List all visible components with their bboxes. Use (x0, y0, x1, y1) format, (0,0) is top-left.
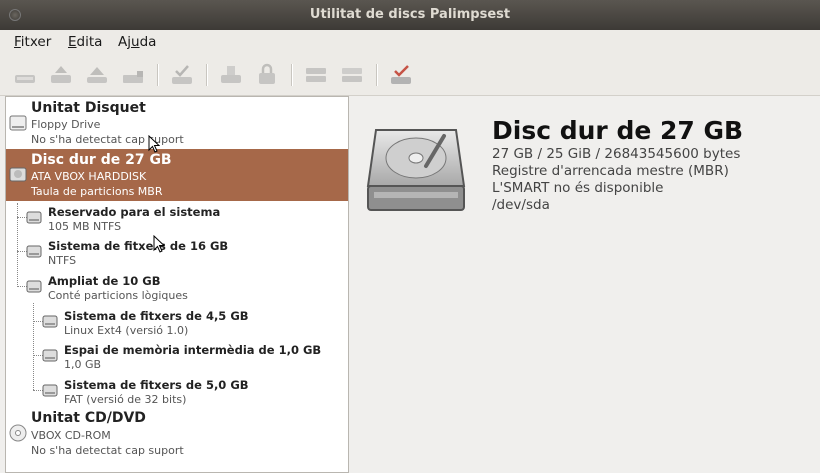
partition-detail: Linux Ext4 (versió 1.0) (64, 324, 189, 337)
menu-fitxer-label: itxer (20, 34, 52, 50)
toolbar-separator (206, 64, 208, 86)
device-model: Floppy Drive (31, 118, 101, 131)
partition-detail: 1,0 GB (64, 358, 102, 371)
details-size: 27 GB / 25 GiB / 26843545600 bytes (492, 146, 741, 162)
partition-icon (26, 280, 42, 293)
menu-edita[interactable]: Edita (68, 34, 102, 50)
detach-icon[interactable] (121, 63, 145, 87)
partition-name: Reservado para el sistema (48, 205, 221, 219)
menu-fitxer-mnemonic: F (14, 34, 21, 50)
partition-table-type: Taula de particions MBR (31, 185, 163, 198)
optical-disc-icon (9, 424, 27, 442)
menu-ajuda-mnemonic: u (131, 34, 140, 50)
add-raid-icon[interactable] (304, 63, 328, 87)
details-title: Disc dur de 27 GB (492, 116, 744, 145)
menu-ajuda[interactable]: Ajuda (118, 34, 156, 50)
device-item-floppy[interactable]: Unitat Disquet Floppy Drive No s'ha dete… (6, 97, 348, 149)
menu-ajuda-label-end: da (139, 34, 157, 50)
device-item-cdrom[interactable]: Unitat CD/DVD VBOX CD-ROM No s'ha detect… (6, 410, 348, 462)
harddisk-icon (9, 167, 27, 182)
partition-name: Espai de memòria intermèdia de 1,0 GB (64, 343, 322, 357)
device-status: No s'ha detectat cap suport (31, 133, 184, 146)
toolbar-separator (291, 64, 293, 86)
logical-partition-item[interactable]: Espai de memòria intermèdia de 1,0 GB 1,… (6, 341, 348, 375)
partition-detail: 105 MB NTFS (48, 220, 122, 233)
device-model: VBOX CD-ROM (31, 429, 111, 442)
details-boot-record: Registre d'arrencada mestre (MBR) (492, 163, 729, 179)
partition-item[interactable]: Sistema de fitxers de 16 GB NTFS (6, 237, 348, 271)
details-smart-status: L'SMART no és disponible (492, 180, 664, 196)
benchmark-icon[interactable] (389, 63, 413, 87)
device-name: Unitat Disquet (31, 100, 146, 116)
partition-icon (42, 315, 58, 328)
mouse-cursor-icon (153, 235, 165, 253)
device-status: No s'ha detectat cap suport (31, 444, 184, 457)
partition-icon (26, 245, 42, 258)
partition-name: Sistema de fitxers de 4,5 GB (64, 309, 249, 323)
partition-name: Sistema de fitxers de 16 GB (48, 239, 229, 253)
eject-icon[interactable] (85, 63, 109, 87)
partition-item[interactable]: Ampliat de 10 GB Conté particions lògiqu… (6, 272, 348, 306)
partition-detail: FAT (versió de 32 bits) (64, 393, 187, 406)
partition-item[interactable]: Reservado para el sistema 105 MB NTFS (6, 203, 348, 237)
create-array-icon[interactable] (340, 63, 364, 87)
device-tree[interactable]: Unitat Disquet Floppy Drive No s'ha dete… (5, 96, 349, 473)
logical-partition-item[interactable]: Sistema de fitxers de 4,5 GB Linux Ext4 … (6, 307, 348, 341)
device-name: Disc dur de 27 GB (31, 152, 172, 168)
toolbar-separator (157, 64, 159, 86)
title-bar: Utilitat de discs Palimpsest (0, 0, 820, 31)
menu-bar: Fitxer Edita Ajuda (0, 30, 820, 55)
lock-icon[interactable] (255, 63, 279, 87)
window-title: Utilitat de discs Palimpsest (309, 7, 511, 22)
toolbar (0, 55, 820, 96)
partition-icon (26, 211, 42, 224)
partition-icon (42, 349, 58, 362)
menu-ajuda-label-start: Aj (118, 34, 131, 50)
details-pane: Disc dur de 27 GB 27 GB / 25 GiB / 26843… (352, 96, 820, 471)
menu-edita-mnemonic: E (68, 34, 77, 50)
partition-detail: NTFS (48, 254, 77, 267)
device-item-harddisk[interactable]: Disc dur de 27 GB ATA VBOX HARDDISK Taul… (6, 149, 348, 201)
partition-icon (42, 384, 58, 397)
mouse-cursor-icon (148, 135, 160, 153)
partition-name: Sistema de fitxers de 5,0 GB (64, 378, 249, 392)
harddisk-large-icon (366, 129, 466, 211)
floppy-drive-icon (9, 115, 27, 131)
check-filesystem-icon[interactable] (170, 63, 194, 87)
menu-edita-label: dita (76, 34, 103, 50)
device-model: ATA VBOX HARDDISK (31, 170, 147, 183)
toolbar-separator (376, 64, 378, 86)
partition-name: Ampliat de 10 GB (48, 274, 161, 288)
menu-fitxer[interactable]: Fitxer (14, 34, 51, 50)
logical-partition-item[interactable]: Sistema de fitxers de 5,0 GB FAT (versió… (6, 376, 348, 410)
unmount-icon[interactable] (49, 63, 73, 87)
mount-icon[interactable] (13, 63, 37, 87)
format-icon[interactable] (219, 63, 243, 87)
details-device-path: /dev/sda (492, 197, 550, 213)
partition-detail: Conté particions lògiques (48, 289, 188, 302)
device-name: Unitat CD/DVD (31, 410, 146, 426)
